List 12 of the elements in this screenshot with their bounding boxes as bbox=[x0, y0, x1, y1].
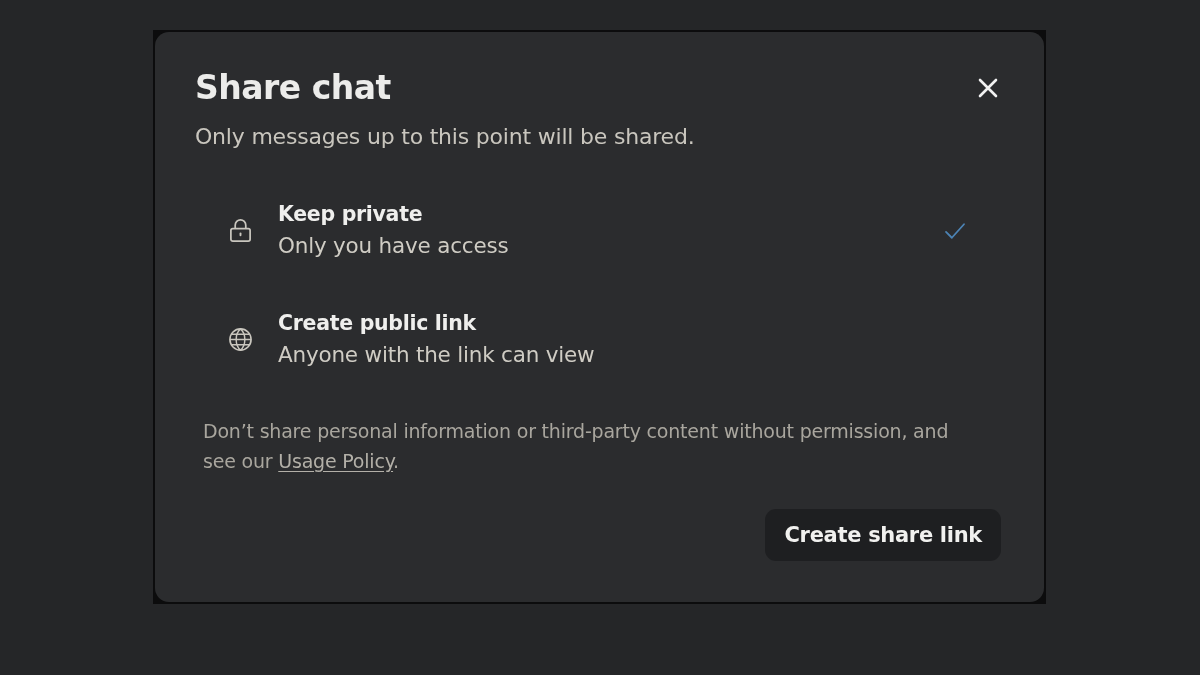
create-share-link-button[interactable]: Create share link bbox=[765, 509, 1001, 561]
globe-icon bbox=[228, 327, 253, 352]
dialog-title: Share chat bbox=[195, 68, 391, 108]
option-description: Anyone with the link can view bbox=[278, 341, 595, 369]
option-title[interactable]: Create public link bbox=[278, 309, 476, 337]
notice-text: Don’t share personal information or third-party content without permission, and see our Usage Policy. bbox=[203, 419, 950, 474]
option-description: Only you have access bbox=[278, 232, 509, 260]
close-icon bbox=[978, 78, 998, 98]
lock-icon bbox=[228, 218, 253, 243]
dialog-subtitle: Only messages up to this point will be shared. bbox=[195, 123, 696, 151]
option-title[interactable]: Keep private bbox=[278, 200, 423, 228]
usage-policy-link[interactable]: Usage Policy bbox=[278, 450, 394, 472]
